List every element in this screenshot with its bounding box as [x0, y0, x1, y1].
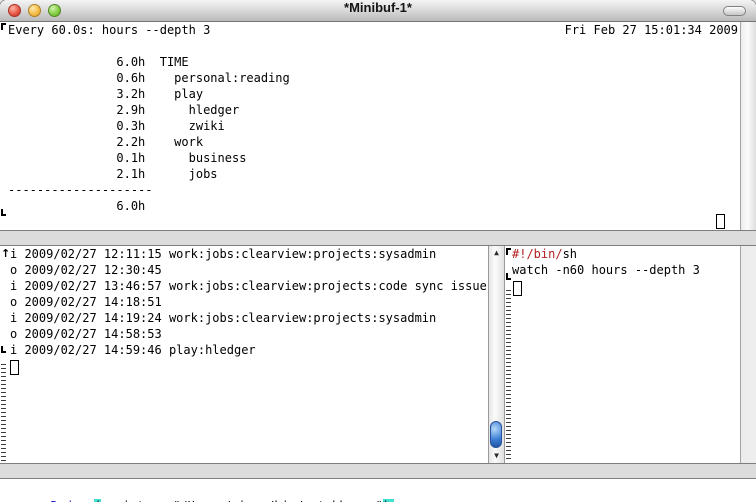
minibuffer[interactable]: Redo: (ansi-term "/Users/simon/bin/watch…	[0, 479, 756, 502]
timelog-line: i 2009/02/27 13:46:57 work:jobs:clearvie…	[10, 278, 488, 294]
terminal-scrollbar[interactable]	[740, 22, 756, 230]
timelog-line: o 2009/02/27 12:30:45	[10, 262, 488, 278]
script-scrollbar[interactable]	[740, 246, 756, 463]
terminal-modeline[interactable]: -u:** *ansi-term* All (13,101) (Term: ch…	[0, 230, 756, 246]
buffer-bottom-angle-icon	[1, 209, 6, 216]
buffer-bottom-angle-icon	[1, 346, 6, 353]
tree-line: 2.2h work	[8, 134, 740, 150]
script-line: watch -n60 hours --depth 3	[512, 262, 740, 278]
scroll-down-arrow-icon[interactable]: ▼	[489, 450, 504, 462]
tree-line: 2.1h jobs	[8, 166, 740, 182]
buffer-top-angle-icon	[506, 248, 511, 255]
scrollbar-thumb[interactable]	[490, 421, 502, 448]
tree-line: 6.0h	[8, 198, 740, 214]
watch-command-text: Every 60.0s: hours --depth 3	[8, 22, 210, 38]
tree-line: 6.0h TIME	[8, 54, 740, 70]
timelog-line: o 2009/02/27 14:18:51	[10, 294, 488, 310]
toolbar-toggle-button[interactable]	[723, 6, 746, 16]
tree-line: 0.1h business	[8, 150, 740, 166]
timelog-line: i 2009/02/27 14:59:46 play:hledger	[10, 342, 488, 358]
minimize-button[interactable]	[28, 4, 41, 17]
timelog-line: i 2009/02/27 12:11:15 work:jobs:clearvie…	[10, 246, 488, 262]
emacs-frame: *Minibuf-1* Every 60.0s: hours --depth 3…	[0, 0, 756, 502]
timelog-scrollbar[interactable]: ▲ ▼	[488, 246, 505, 463]
timelog-line: o 2009/02/27 14:58:53	[10, 326, 488, 342]
script-hollow-cursor	[513, 281, 522, 296]
script-modeline[interactable]: --:-- watchhours All (3,0)	[507, 463, 756, 479]
tree-line: --------------------	[8, 182, 740, 198]
shebang-comment: #!/bin/	[512, 247, 563, 261]
tree-line: 0.6h personal:reading	[8, 70, 740, 86]
watch-timestamp: Fri Feb 27 15:01:34 2009	[565, 22, 738, 38]
frame-content: Every 60.0s: hours --depth 3 Fri Feb 27 …	[0, 22, 756, 502]
timelog-window[interactable]: i 2009/02/27 12:11:15 work:jobs:clearvie…	[0, 246, 488, 463]
tree-line: 0.3h zwiki	[8, 118, 740, 134]
shebang-line: #!/bin/sh	[512, 246, 740, 262]
close-button[interactable]	[8, 4, 21, 17]
timelog-hollow-cursor	[10, 360, 19, 375]
fringe-up-arrow-icon: ↑	[1, 248, 10, 259]
timelog-modeline[interactable]: --:-- current.timelog Bot (3726,0) darcs…	[0, 463, 507, 479]
scroll-up-arrow-icon[interactable]: ▲	[489, 247, 504, 259]
window-title: *Minibuf-1*	[0, 0, 756, 15]
buffer-top-angle-icon	[1, 23, 6, 30]
tree-line: 2.9h hledger	[8, 102, 740, 118]
buffer-bottom-angle-icon	[506, 273, 511, 280]
tree-line: 3.2h play	[8, 86, 740, 102]
blank-line	[0, 38, 740, 54]
zoom-button[interactable]	[48, 4, 61, 17]
timelog-line: i 2009/02/27 14:19:24 work:jobs:clearvie…	[10, 310, 488, 326]
terminal-window[interactable]: Every 60.0s: hours --depth 3 Fri Feb 27 …	[0, 22, 740, 230]
shebang-interpreter: sh	[563, 247, 577, 261]
terminal-hollow-cursor	[716, 214, 725, 229]
empty-lines-fringe-icon	[506, 290, 511, 460]
script-window[interactable]: #!/bin/sh watch -n60 hours --depth 3	[505, 246, 740, 463]
empty-lines-fringe-icon	[1, 364, 6, 461]
titlebar[interactable]: *Minibuf-1*	[0, 0, 756, 22]
